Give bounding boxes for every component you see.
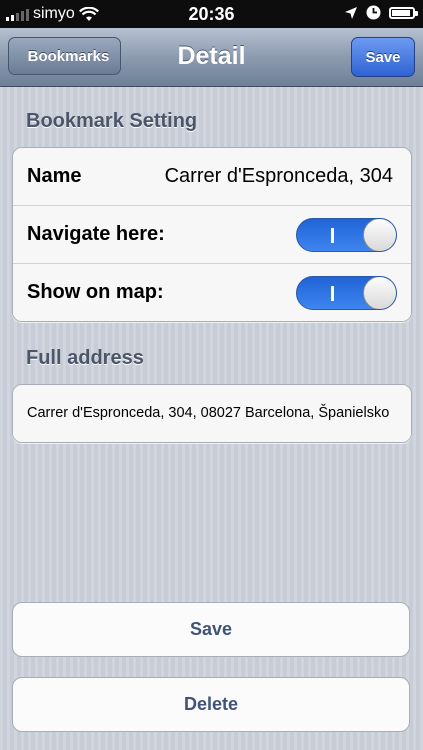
show-on-map-toggle[interactable] (296, 276, 397, 310)
status-bar: simyo 20:36 (0, 0, 423, 28)
clock-icon (366, 5, 381, 20)
toggle-knob (363, 219, 396, 251)
name-row[interactable]: Name Carrer d'Espronceda, 304 (13, 148, 411, 206)
full-address-header: Full address (26, 347, 144, 369)
navigate-here-label: Navigate here: (27, 223, 165, 245)
nav-save-button[interactable]: Save (351, 37, 415, 77)
bookmark-setting-group: Name Carrer d'Espronceda, 304 Navigate h… (12, 147, 412, 322)
name-value[interactable]: Carrer d'Espronceda, 304 (165, 148, 393, 205)
toggle-on-mark (331, 286, 334, 301)
navigate-here-row: Navigate here: (13, 206, 411, 264)
save-button[interactable]: Save (12, 602, 410, 657)
navigate-here-toggle[interactable] (296, 218, 397, 252)
status-right-icons (344, 5, 418, 20)
toggle-knob (363, 277, 396, 309)
delete-button[interactable]: Delete (12, 677, 410, 732)
navigation-bar: Bookmarks Detail Save (0, 28, 423, 87)
full-address-group: Carrer d'Espronceda, 304, 08027 Barcelon… (12, 384, 412, 443)
bookmark-setting-header: Bookmark Setting (26, 110, 198, 132)
battery-icon (389, 6, 418, 19)
location-arrow-icon (345, 6, 357, 19)
show-on-map-label: Show on map: (27, 281, 164, 303)
name-label: Name (27, 165, 82, 187)
full-address-value: Carrer d'Espronceda, 304, 08027 Barcelon… (13, 385, 411, 442)
toggle-on-mark (331, 228, 334, 243)
show-on-map-row: Show on map: (13, 264, 411, 321)
